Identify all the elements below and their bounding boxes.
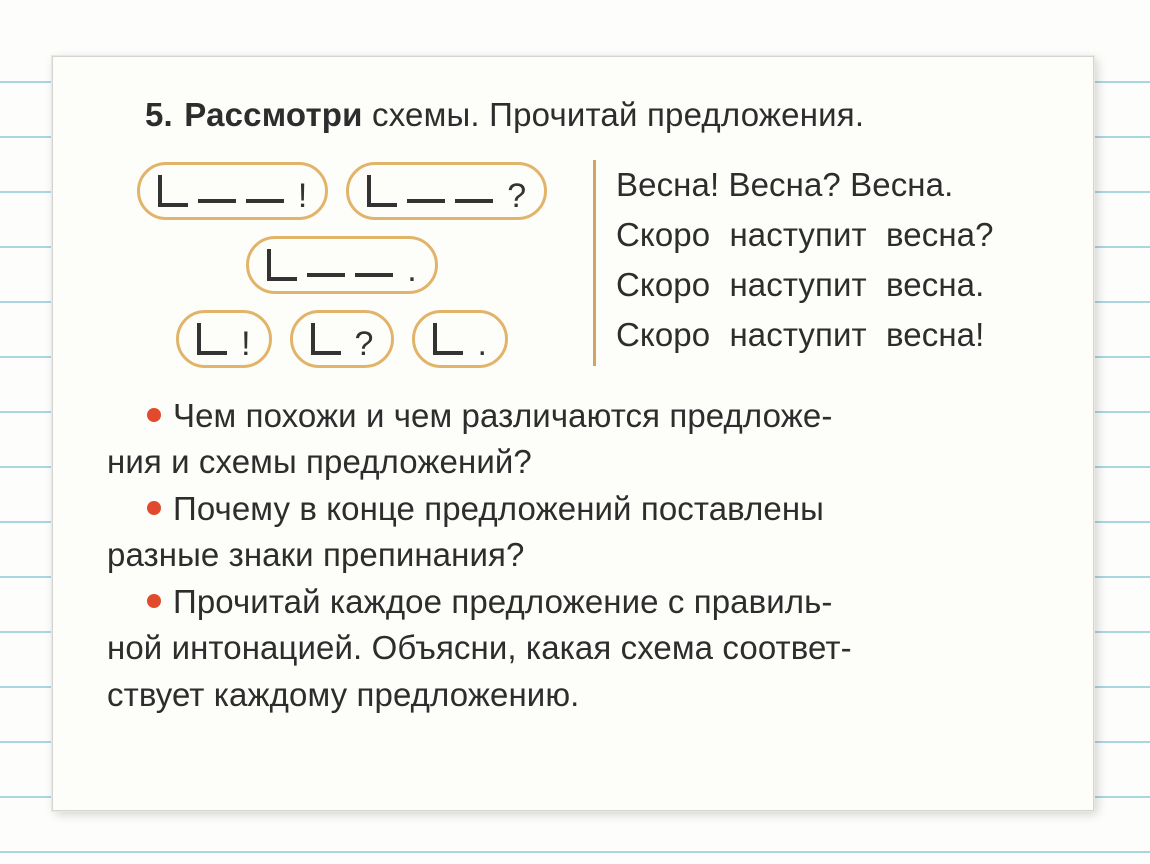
question-line: Чем похожи и чем различаются предложе- <box>107 394 1049 439</box>
scheme-row-1: ! ? <box>107 162 577 220</box>
capital-word-icon <box>433 323 463 355</box>
question-line: разные знаки препинания? <box>107 533 1049 578</box>
question-line: ния и схемы предложений? <box>107 440 1049 485</box>
punctuation-mark: ! <box>294 179 307 213</box>
scheme-row-3: ! ? . <box>107 310 577 368</box>
sentence-line: Весна! Весна? Весна. <box>616 160 1049 210</box>
question-line: ствует каждому предложению. <box>107 673 1049 718</box>
capital-word-icon <box>197 323 227 355</box>
punctuation-mark: ! <box>237 327 250 361</box>
task-verb: Рассмотри <box>184 96 362 133</box>
bullet-icon <box>147 408 161 422</box>
sentence-line: Скоро наступит весна. <box>616 260 1049 310</box>
punctuation-mark: . <box>403 253 416 287</box>
sentence-line: Скоро наступит весна? <box>616 210 1049 260</box>
question-line: Почему в конце предложений поставлены <box>107 487 1049 532</box>
punctuation-mark: ? <box>503 179 526 213</box>
bullet-icon <box>147 501 161 515</box>
question-list: Чем похожи и чем различаются предложе- н… <box>107 394 1049 718</box>
task-number: 5. <box>145 96 173 133</box>
punctuation-mark: . <box>473 327 486 361</box>
word-icon <box>246 199 284 203</box>
capital-word-icon <box>311 323 341 355</box>
word-icon <box>307 273 345 277</box>
capital-word-icon <box>267 249 297 281</box>
question-line: Прочитай каждое предложение с правиль- <box>107 580 1049 625</box>
bullet-icon <box>147 594 161 608</box>
question-line: ной интонацией. Объясни, какая схема соо… <box>107 626 1049 671</box>
exercise-card: 5. Рассмотри схемы. Прочитай предложения… <box>52 56 1094 811</box>
punctuation-mark: ? <box>351 327 374 361</box>
vertical-divider <box>593 160 596 366</box>
question-text: Прочитай каждое предложение с правиль- <box>173 583 833 620</box>
task-heading: 5. Рассмотри схемы. Прочитай предложения… <box>107 93 1049 138</box>
scheme-pill: . <box>246 236 437 294</box>
scheme-pill: ? <box>346 162 547 220</box>
word-icon <box>407 199 445 203</box>
scheme-pill: ? <box>290 310 395 368</box>
question-text: Чем похожи и чем различаются предложе- <box>173 397 832 434</box>
capital-word-icon <box>367 175 397 207</box>
scheme-pill: ! <box>176 310 271 368</box>
capital-word-icon <box>158 175 188 207</box>
sentence-schemes: ! ? . ! <box>107 158 577 368</box>
word-icon <box>455 199 493 203</box>
example-sentences: Весна! Весна? Весна. Скоро наступит весн… <box>616 158 1049 368</box>
sentence-line: Скоро наступит весна! <box>616 310 1049 360</box>
schemes-and-sentences: ! ? . ! <box>107 158 1049 368</box>
scheme-pill: . <box>412 310 507 368</box>
word-icon <box>355 273 393 277</box>
scheme-row-2: . <box>107 236 577 294</box>
scheme-pill: ! <box>137 162 328 220</box>
task-rest: схемы. Прочитай предложения. <box>363 96 865 133</box>
word-icon <box>198 199 236 203</box>
question-text: Почему в конце предложений поставлены <box>173 490 824 527</box>
